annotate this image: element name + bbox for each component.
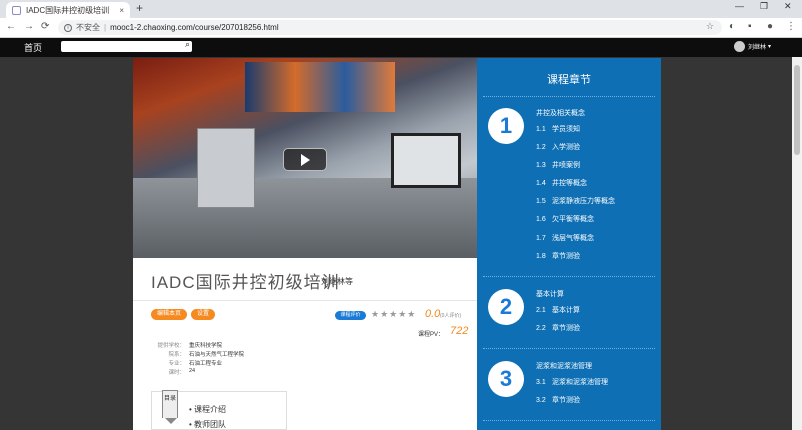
search-icon[interactable]: ⌕ (185, 39, 190, 50)
chapter-number-3: 3 (488, 361, 524, 397)
menu-dots-icon[interactable]: ⋮ (786, 21, 796, 32)
course-info: IADC国际井控初级培训 刘继林等 编辑本页 设置 课程评价 ★★★★★ 0.0… (133, 258, 477, 430)
meta-value: 重庆科技学院 (189, 343, 223, 349)
course-title: IADC国际井控初级培训 (151, 273, 340, 292)
toc-tag: 目录 (162, 390, 178, 424)
extension-icon[interactable]: ◐ (729, 21, 735, 32)
chapter-item[interactable]: 1.4 井控等概念 (536, 178, 587, 188)
page-scrollbar[interactable] (792, 57, 802, 430)
page-body: IADC国际井控初级培训 刘继林等 编辑本页 设置 课程评价 ★★★★★ 0.0… (0, 57, 802, 430)
user-name: 刘继林 (748, 45, 767, 51)
chapter-item[interactable]: 1.3 井喷案例 (536, 160, 580, 170)
search-input[interactable]: ⌕ (61, 39, 192, 52)
info-icon[interactable]: i (64, 23, 72, 32)
meta-value: 24 (189, 368, 196, 374)
close-window-icon[interactable]: ✕ (784, 1, 792, 12)
divider (483, 420, 655, 421)
chapter-item[interactable]: 3.1 泥浆和泥浆池管理 (536, 377, 608, 387)
pv-label: 课程PV： (418, 332, 445, 338)
divider (483, 96, 655, 97)
course-video[interactable] (133, 58, 477, 258)
home-link[interactable]: 首页 (24, 41, 42, 54)
chapter-item[interactable]: 1.1 学员须知 (536, 124, 580, 134)
chapter-item[interactable]: 1.6 欠平衡等概念 (536, 214, 594, 224)
chevron-down-icon: ▾ (768, 44, 772, 50)
chapter-item[interactable]: 1.8 章节测验 (536, 251, 580, 261)
video-scene-monitor (391, 133, 461, 188)
browser-tab-strip: IADC国际井控初级培训 × + — ❐ ✕ (0, 0, 802, 18)
meta-label: 提供学校： (157, 343, 185, 349)
chapter-number-2: 2 (488, 289, 524, 325)
close-tab-icon[interactable]: × (119, 6, 124, 15)
back-icon[interactable]: ← (6, 21, 16, 32)
url-text[interactable]: mooc1-2.chaoxing.com/course/207018256.ht… (110, 23, 279, 32)
browser-tab[interactable]: IADC国际井控初级培训 × (6, 2, 130, 18)
omnibox-separator: | (104, 23, 107, 32)
divider (483, 276, 655, 277)
chapter-title-1[interactable]: 井控及相关概念 (536, 108, 585, 118)
meta-department: 院系： 石油与天然气工程学院 (151, 350, 351, 359)
toc-item-intro[interactable]: • 课程介绍 (189, 404, 226, 415)
chapter-item[interactable]: 3.2 章节测验 (536, 395, 580, 405)
meta-major: 专业： 石油工程专业 (151, 359, 351, 368)
rating-badge: 课程评价 (335, 311, 366, 320)
chapter-item[interactable]: 1.2 入学测验 (536, 142, 580, 152)
play-icon (300, 153, 310, 166)
address-bar[interactable]: i 不安全 | mooc1-2.chaoxing.com/course/2070… (58, 20, 722, 35)
minimize-icon[interactable]: — (735, 1, 744, 11)
review-count: (0人评价) (440, 313, 462, 319)
settings-button[interactable]: 设置 (191, 309, 215, 320)
pv-value: 722 (450, 325, 469, 337)
extension-2-icon[interactable]: ▪ (748, 21, 752, 32)
edit-page-button[interactable]: 编辑本页 (151, 309, 187, 320)
play-button[interactable] (283, 148, 327, 171)
meta-value: 石油工程专业 (189, 361, 223, 367)
scroll-thumb[interactable] (794, 65, 800, 155)
rating-stars[interactable]: ★★★★★ (371, 309, 416, 320)
chapter-panel-title: 课程章节 (547, 74, 591, 86)
divider (483, 348, 655, 349)
chapter-item[interactable]: 2.2 章节测验 (536, 323, 580, 333)
site-header: 首页 ⌕ 刘继林 ▾ (0, 38, 802, 57)
chapter-item[interactable]: 1.5 泥浆静液压力等概念 (536, 196, 615, 206)
forward-icon[interactable]: → (24, 21, 34, 32)
reload-icon[interactable]: ⟳ (41, 21, 49, 32)
meta-label: 课时： (168, 370, 185, 376)
maximize-icon[interactable]: ❐ (760, 1, 768, 12)
chapter-item[interactable]: 1.7 浅层气等概念 (536, 233, 594, 243)
divider (133, 300, 477, 301)
tab-title: IADC国际井控初级培训 (26, 5, 110, 15)
user-menu[interactable]: 刘继林 ▾ (734, 41, 771, 52)
security-label: 不安全 (76, 23, 100, 32)
video-scene-screen (245, 62, 395, 112)
rating-score: 0.0 (425, 308, 441, 320)
meta-value: 石油与天然气工程学院 (189, 352, 245, 358)
meta-school: 提供学校： 重庆科技学院 (151, 341, 351, 350)
profile-icon[interactable]: ● (767, 21, 773, 32)
bookmark-star-icon[interactable]: ☆ (706, 21, 714, 32)
toc-item-team[interactable]: • 教师团队 (189, 419, 226, 430)
meta-label: 专业： (168, 361, 185, 367)
avatar (734, 41, 745, 52)
video-scene-cabinet (197, 128, 255, 208)
page-favicon-icon (12, 5, 21, 15)
meta-label: 院系： (168, 352, 185, 358)
chapter-title-3[interactable]: 泥浆和泥浆池管理 (536, 361, 592, 371)
toc-box: 目录 • 课程介绍 • 教师团队 (151, 390, 287, 430)
course-teacher: 刘继林等 (321, 277, 353, 286)
chapter-item[interactable]: 2.1 基本计算 (536, 305, 580, 315)
chapter-number-1: 1 (488, 108, 524, 144)
chapter-title-2[interactable]: 基本计算 (536, 289, 564, 299)
new-tab-button[interactable]: + (136, 1, 143, 15)
meta-hours: 课时： 24 (151, 368, 351, 377)
chapter-panel: 课程章节 1 井控及相关概念 1.1 学员须知 1.2 入学测验 1.3 井喷案… (477, 58, 661, 430)
video-scene-desk (133, 178, 477, 258)
browser-toolbar: ← → ⟳ i 不安全 | mooc1-2.chaoxing.com/cours… (0, 18, 802, 38)
